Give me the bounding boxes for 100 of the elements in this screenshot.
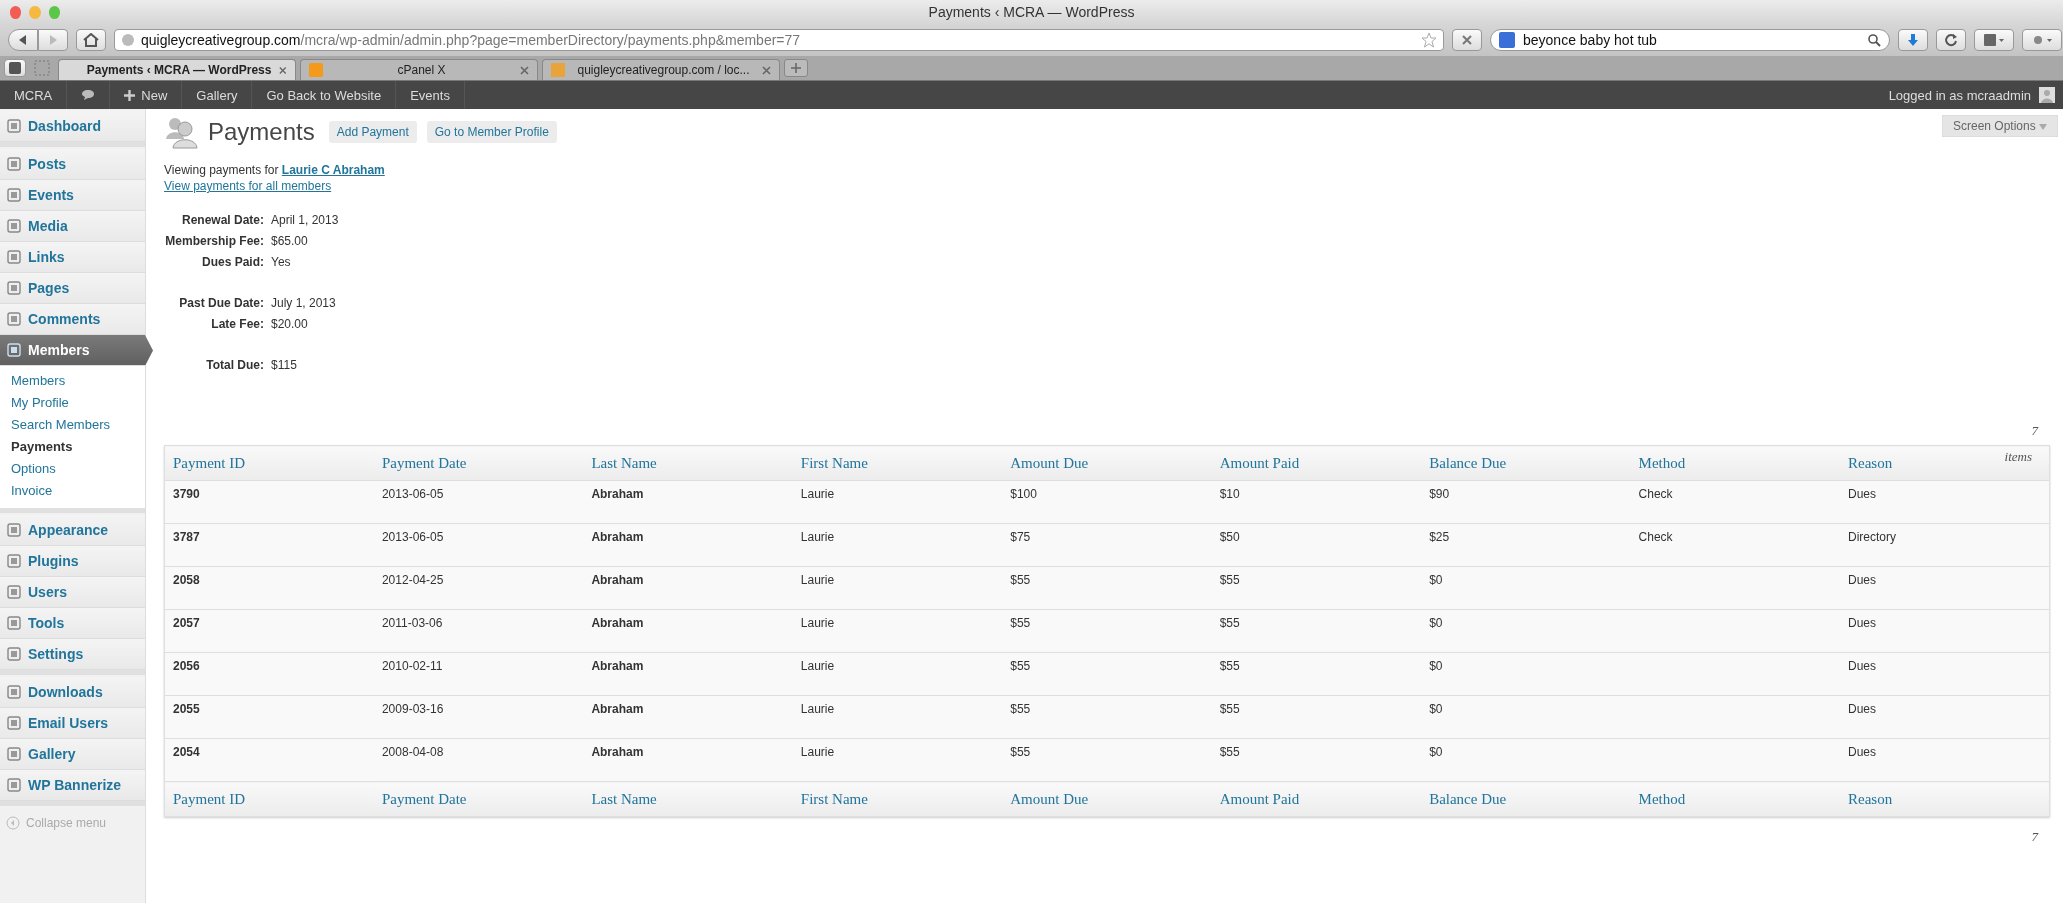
column-header[interactable]: First Name [792, 445, 1003, 481]
download-button[interactable] [1898, 29, 1928, 51]
column-header[interactable]: Balance Due [1421, 445, 1631, 481]
table-cell: $55 [1010, 573, 1031, 587]
column-header[interactable]: Last Name [583, 445, 793, 481]
column-header[interactable]: Payment ID [164, 781, 374, 817]
speech-bubble-icon [81, 89, 96, 101]
table-cell: $10 [1219, 487, 1240, 501]
admin-bar-link[interactable]: Gallery [182, 81, 253, 109]
browser-tab[interactable]: Payments ‹ MCRA — WordPress [58, 59, 296, 80]
table-cell: $55 [1010, 745, 1031, 759]
caret-icon [2039, 124, 2047, 130]
table-cell: $55 [1010, 702, 1031, 716]
header-button[interactable]: Add Payment [328, 121, 417, 143]
column-header[interactable]: Payment Date [373, 781, 584, 817]
table-cell: $0 [1429, 616, 1443, 630]
table-cell: 2058 [173, 573, 200, 587]
field-value: July 1, 2013 [271, 295, 336, 310]
table-cell: Directory [1848, 530, 1896, 544]
field-label: Dues Paid: [201, 254, 264, 269]
site-icon [551, 63, 565, 77]
table-cell: $0 [1429, 573, 1443, 587]
submenu-item[interactable]: Payments [0, 436, 145, 458]
close-tab-icon[interactable] [762, 65, 771, 75]
bookmarks-bar-button[interactable] [4, 59, 26, 77]
menu-icon [6, 615, 22, 631]
table-cell: $55 [1010, 616, 1031, 630]
column-header[interactable]: Payment Date [373, 445, 584, 481]
menu-icon [6, 311, 22, 327]
home-button[interactable] [76, 29, 106, 51]
table-cell: Laurie [800, 530, 835, 544]
avatar-icon[interactable] [2039, 87, 2055, 103]
bookmark-star-icon[interactable] [1421, 32, 1437, 48]
field-label: Renewal Date: [180, 212, 264, 227]
sidebar-item[interactable]: Members [0, 335, 153, 366]
menu-icon [6, 342, 22, 358]
close-button[interactable] [10, 5, 22, 19]
column-header[interactable]: Last Name [583, 781, 793, 817]
member-link[interactable]: Laurie C Abraham [281, 163, 385, 177]
table-cell: Laurie [800, 573, 835, 587]
close-tab-icon[interactable] [279, 65, 287, 75]
column-header[interactable]: Amount Due [1002, 781, 1212, 817]
browser-tab[interactable]: cPanel X [300, 59, 538, 80]
close-icon [1461, 34, 1473, 46]
search-field[interactable]: beyonce baby hot tub [1490, 29, 1890, 51]
extension-button[interactable] [2022, 29, 2062, 51]
column-header[interactable]: Balance Due [1421, 781, 1631, 817]
stop-button[interactable] [1452, 29, 1482, 51]
address-field[interactable]: quigleycreativegroup.com/mcra/wp-admin/admin.php?page=memberDirectory/payments.php&member=77 [114, 29, 1444, 51]
table-cell: $0 [1429, 745, 1443, 759]
table-cell: $55 [1219, 659, 1240, 673]
back-button[interactable] [8, 29, 38, 51]
browser-tab[interactable]: quigleycreativegroup.com / loc... [542, 59, 780, 80]
all-members-link[interactable]: View payments for all members [164, 179, 332, 193]
table-cell: Abraham [591, 530, 644, 544]
field-value: $20.00 [271, 316, 308, 331]
table-cell: 2013-06-05 [381, 487, 444, 501]
table-cell: Dues [1848, 702, 1876, 716]
search-icon[interactable] [1868, 33, 1881, 47]
account-label[interactable]: Logged in as mcraadmin [1888, 87, 2039, 103]
submenu-item[interactable]: Members [0, 370, 145, 392]
column-header[interactable]: Payment ID [164, 445, 374, 481]
menu-icon [6, 746, 22, 762]
menu-icon [6, 280, 22, 296]
table-cell: 2008-04-08 [381, 745, 444, 759]
column-header[interactable]: Method [1630, 445, 1840, 481]
viewing-text: Viewing payments for Laurie C Abraham [164, 163, 385, 177]
column-header[interactable]: Amount Paid [1211, 781, 1422, 817]
table-cell: $55 [1010, 659, 1031, 673]
new-tab-button[interactable] [784, 59, 808, 77]
zoom-button[interactable] [48, 5, 60, 19]
table-cell: Dues [1848, 573, 1876, 587]
table-cell: $0 [1429, 659, 1443, 673]
site-icon [309, 63, 323, 77]
submenu-item[interactable]: Search Members [0, 414, 145, 436]
column-header[interactable]: Amount Due [1002, 445, 1212, 481]
reload-button[interactable] [1936, 29, 1966, 51]
submenu-item[interactable]: Options [0, 458, 145, 480]
submenu-item[interactable]: Invoice [0, 480, 145, 502]
back-arrow-icon [17, 34, 29, 46]
column-header[interactable]: Reason [1840, 781, 2050, 817]
column-header[interactable]: Amount Paid [1211, 445, 1422, 481]
bookmarks-button[interactable] [1974, 29, 2014, 51]
download-arrow-icon [1906, 33, 1920, 47]
table-cell: $100 [1010, 487, 1037, 501]
table-cell: Dues [1848, 616, 1876, 630]
header-button[interactable]: Go to Member Profile [426, 121, 557, 143]
table-cell: Laurie [800, 745, 835, 759]
menu-icon [6, 777, 22, 793]
admin-bar-link[interactable]: Events [396, 81, 465, 109]
menu-icon [6, 553, 22, 569]
table-cell: Laurie [800, 616, 835, 630]
column-header[interactable]: First Name [792, 781, 1003, 817]
close-tab-icon[interactable] [520, 65, 529, 75]
table-cell: 2057 [173, 616, 200, 630]
menu-icon [6, 218, 22, 234]
submenu-item[interactable]: My Profile [0, 392, 145, 414]
admin-bar-link[interactable]: Go Back to Website [252, 81, 397, 109]
column-header[interactable]: Method [1630, 781, 1840, 817]
screen-options-button[interactable]: Screen Options [1941, 115, 2058, 137]
